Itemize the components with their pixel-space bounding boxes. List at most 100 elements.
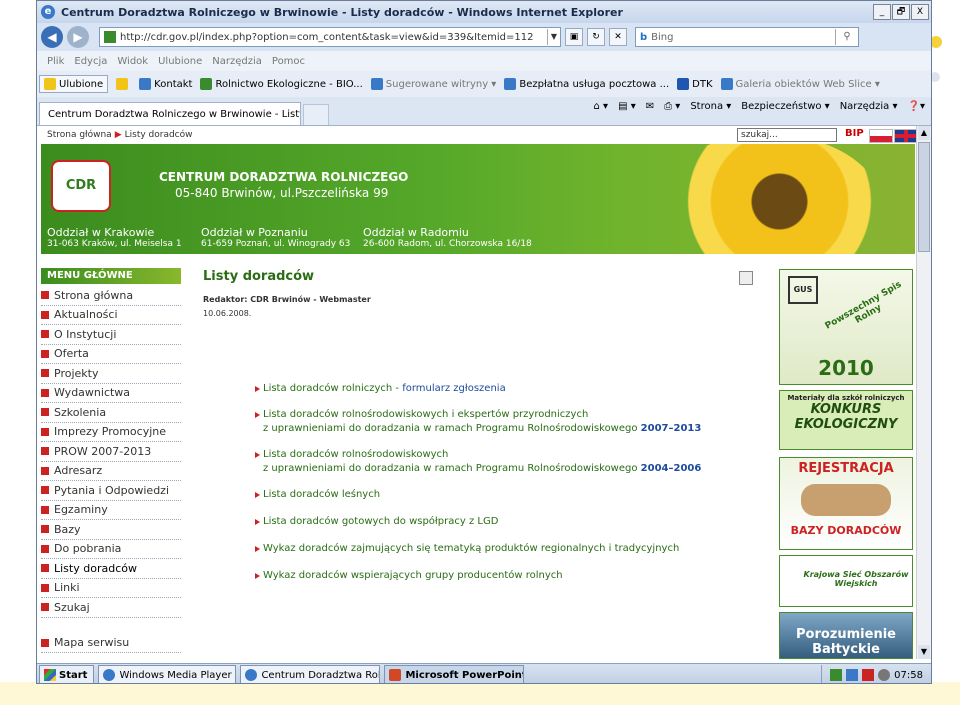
menu-item-advisor-lists[interactable]: Listy doradców: [41, 559, 181, 579]
link-agrienv-advisors-2004[interactable]: Lista doradców rolnośrodowiskowych z upra…: [255, 448, 755, 476]
menu-view[interactable]: Widok: [117, 56, 148, 67]
form-link[interactable]: formularz zgłoszenia: [402, 383, 506, 394]
link-lgd-advisors[interactable]: Lista doradców gotowych do współpracy z …: [255, 515, 755, 529]
site-search-input[interactable]: szukaj...: [737, 128, 837, 142]
menu-edit[interactable]: Edycja: [74, 56, 107, 67]
menu-item-faq[interactable]: Pytania i Odpowiedzi: [41, 481, 181, 501]
vertical-scrollbar[interactable]: ▲ ▼: [916, 126, 931, 659]
banner-registration[interactable]: REJESTRACJA BAZY DORADCÓW: [779, 457, 913, 550]
maximize-button[interactable]: 🗗: [892, 4, 910, 20]
flag-uk-icon[interactable]: [894, 129, 917, 143]
cmd-safety[interactable]: Bezpieczeństwo ▾: [741, 101, 829, 112]
link-text[interactable]: Lista doradców leśnych: [263, 489, 380, 500]
link-period[interactable]: 2007–2013: [641, 423, 702, 434]
banner-eco-contest[interactable]: Materiały dla szkół rolniczych KONKURS E…: [779, 390, 913, 450]
scroll-thumb[interactable]: [918, 142, 930, 252]
fav-item-suggested[interactable]: Sugerowane witryny ▾: [370, 78, 496, 90]
banner-ksow[interactable]: Krajowa Sieć Obszarów Wiejskich: [779, 555, 913, 607]
link-line2[interactable]: z uprawnieniami do doradzania w ramach P…: [263, 422, 755, 436]
link-agricultural-advisors[interactable]: Lista doradców rolniczych - formularz zg…: [255, 382, 755, 396]
add-favorite-icon[interactable]: [116, 78, 131, 90]
link-agrienv-advisors-2007[interactable]: Lista doradców rolnośrodowiskowych i eks…: [255, 408, 755, 436]
menu-item-sitemap[interactable]: Mapa serwisu: [41, 634, 181, 653]
scroll-down-icon[interactable]: ▼: [918, 645, 930, 659]
cdr-logo[interactable]: CDR: [51, 160, 111, 212]
new-tab-button[interactable]: [303, 104, 329, 125]
menu-file[interactable]: Plik: [47, 56, 64, 67]
address-dropdown-icon[interactable]: ▼: [547, 29, 560, 45]
tab-current[interactable]: Centrum Doradztwa Rolniczego w Brwinowie…: [39, 102, 301, 125]
feeds-icon[interactable]: ▤ ▾: [618, 101, 636, 112]
mail-icon[interactable]: ✉: [646, 101, 654, 112]
menu-item-databases[interactable]: Bazy: [41, 520, 181, 540]
link-period[interactable]: 2004–2006: [641, 463, 702, 474]
cmd-tools[interactable]: Narzędzia ▾: [840, 101, 898, 112]
taskbar-powerpoint[interactable]: Microsoft PowerPoint ...: [384, 665, 525, 683]
tray-app-icon[interactable]: [830, 669, 843, 681]
back-button[interactable]: ◀: [41, 26, 63, 48]
menu-item-publications[interactable]: Wydawnictwa: [41, 384, 181, 403]
menu-favorites[interactable]: Ulubione: [158, 56, 202, 67]
link-line2[interactable]: z uprawnieniami do doradzania w ramach P…: [263, 462, 755, 476]
start-button[interactable]: Start: [39, 665, 95, 683]
scroll-up-icon[interactable]: ▲: [918, 126, 930, 140]
menu-help[interactable]: Pomoc: [272, 56, 305, 67]
compatibility-icon[interactable]: ▣: [565, 28, 583, 46]
taskbar-media-player[interactable]: Windows Media Player: [98, 665, 237, 683]
link-producer-groups-advisors[interactable]: Wykaz doradców wspierających grupy produ…: [255, 569, 755, 583]
menu-item-home[interactable]: Strona główna: [41, 286, 181, 306]
banner-census-2010[interactable]: GUS Powszechny Spis Rolny 2010: [779, 269, 913, 385]
link-line2-text[interactable]: z uprawnieniami do doradzania w ramach P…: [263, 423, 641, 434]
link-text[interactable]: Wykaz doradców zajmujących się tematyką …: [263, 543, 679, 554]
stop-icon[interactable]: ✕: [609, 28, 627, 46]
menu-item-search[interactable]: Szukaj: [41, 598, 181, 618]
clock[interactable]: 07:58: [894, 670, 923, 681]
menu-item-projects[interactable]: Projekty: [41, 364, 181, 384]
banner-baltic-agreement[interactable]: Porozumienie Bałtyckie: [779, 612, 913, 659]
favorites-button[interactable]: Ulubione: [39, 75, 109, 93]
cmd-page[interactable]: Strona ▾: [690, 101, 731, 112]
menu-item-downloads[interactable]: Do pobrania: [41, 540, 181, 559]
link-line2-text[interactable]: z uprawnieniami do doradzania w ramach P…: [263, 463, 641, 474]
print-page-icon[interactable]: [739, 271, 753, 285]
menu-item-offer[interactable]: Oferta: [41, 345, 181, 364]
fav-item-kontakt[interactable]: Kontakt: [139, 78, 192, 90]
bip-link[interactable]: BIP: [845, 128, 864, 139]
link-text[interactable]: Wykaz doradców wspierających grupy produ…: [263, 570, 563, 581]
link-text[interactable]: Lista doradców gotowych do współpracy z …: [263, 516, 498, 527]
link-text[interactable]: Lista doradców rolnośrodowiskowych i eks…: [263, 408, 755, 422]
link-text[interactable]: Lista doradców rolnośrodowiskowych: [263, 448, 755, 462]
home-icon[interactable]: ⌂ ▾: [594, 101, 609, 112]
menu-item-exams[interactable]: Egzaminy: [41, 501, 181, 520]
forward-button[interactable]: ▶: [67, 26, 89, 48]
fav-item-mail[interactable]: Bezpłatna usługa pocztowa ...: [504, 78, 669, 90]
menu-item-links[interactable]: Linki: [41, 579, 181, 598]
menu-item-prow[interactable]: PROW 2007-2013: [41, 442, 181, 462]
breadcrumb-home[interactable]: Strona główna: [47, 130, 112, 140]
help-icon[interactable]: ❓▾: [908, 101, 925, 112]
menu-item-news[interactable]: Aktualności: [41, 306, 181, 325]
menu-tools[interactable]: Narzędzia: [212, 56, 262, 67]
address-bar[interactable]: http://cdr.gov.pl/index.php?option=com_c…: [99, 27, 561, 47]
tray-sound-icon[interactable]: [878, 669, 891, 681]
minimize-button[interactable]: _: [873, 4, 891, 20]
taskbar-ie[interactable]: Centrum Doradztwa Roln...: [240, 665, 381, 683]
link-forest-advisors[interactable]: Lista doradców leśnych: [255, 488, 755, 502]
menu-item-events[interactable]: Imprezy Promocyjne: [41, 423, 181, 442]
menu-item-about[interactable]: O Instytucji: [41, 325, 181, 345]
tray-network-icon[interactable]: [846, 669, 859, 681]
link-text[interactable]: Lista doradców rolniczych -: [263, 383, 402, 394]
link-regional-products-advisors[interactable]: Wykaz doradców zajmujących się tematyką …: [255, 542, 755, 556]
search-box[interactable]: b Bing ⚲: [635, 27, 859, 47]
flag-pl-icon[interactable]: [869, 129, 893, 143]
address-url[interactable]: http://cdr.gov.pl/index.php?option=com_c…: [120, 32, 533, 43]
search-go-icon[interactable]: ⚲: [835, 29, 858, 45]
refresh-icon[interactable]: ↻: [587, 28, 605, 46]
close-button[interactable]: X: [911, 4, 929, 20]
fav-item-bio[interactable]: Rolnictwo Ekologiczne - BIO...: [200, 78, 363, 90]
print-icon[interactable]: ⎙ ▾: [664, 101, 680, 112]
menu-item-directory[interactable]: Adresarz: [41, 462, 181, 481]
fav-item-webslice[interactable]: Galeria obiektów Web Slice ▾: [720, 78, 880, 90]
menu-item-trainings[interactable]: Szkolenia: [41, 403, 181, 423]
tray-k-icon[interactable]: [862, 669, 875, 681]
